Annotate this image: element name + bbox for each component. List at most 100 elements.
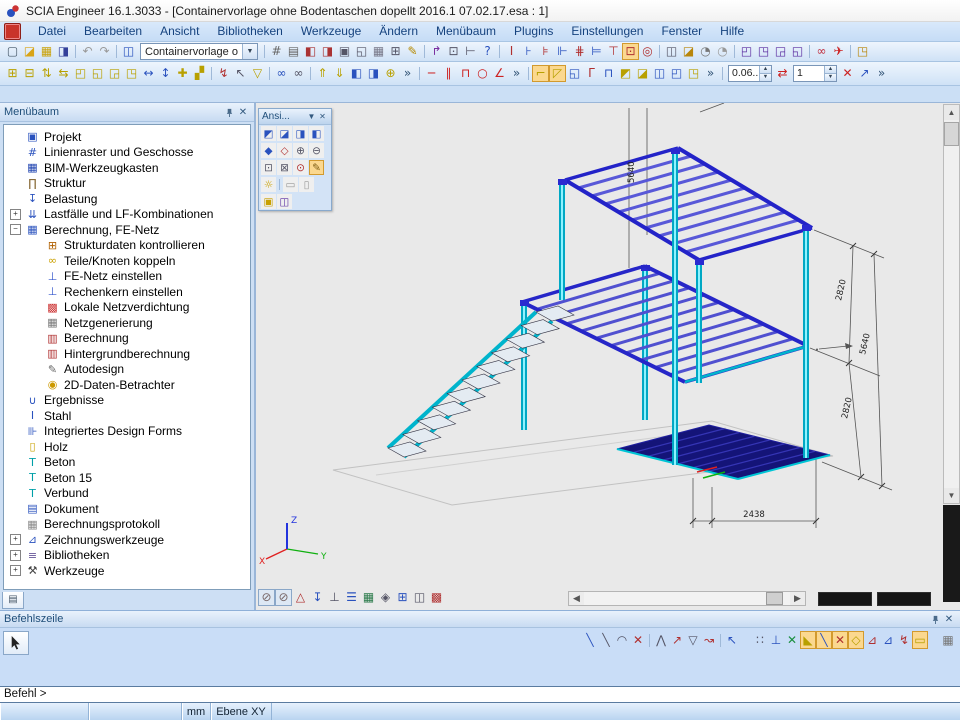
- units-setup-button[interactable]: #: [268, 43, 285, 60]
- array-button[interactable]: ◲: [106, 65, 123, 82]
- scale-button[interactable]: ◳: [123, 65, 140, 82]
- tree-item-dokument[interactable]: ▤Dokument: [4, 501, 250, 517]
- view-axo-3-button[interactable]: ◨: [293, 126, 308, 141]
- fly-mode-button[interactable]: ✈: [830, 43, 847, 60]
- toggle-corner-br-button[interactable]: ◳: [685, 65, 702, 82]
- member-slab-button[interactable]: ⋕: [571, 43, 588, 60]
- remove-from-selection-button[interactable]: ⇓: [331, 65, 348, 82]
- tree-item-projekt[interactable]: ▣Projekt: [4, 129, 250, 145]
- scroll-left-icon[interactable]: ◀: [569, 592, 584, 605]
- hscroll-thumb[interactable]: [766, 592, 783, 605]
- node-select-button[interactable]: ⊡: [622, 43, 639, 60]
- view-palette-header[interactable]: Ansi... ▼ ✕: [259, 109, 331, 125]
- overflow-c-button[interactable]: »: [702, 65, 719, 82]
- mesh-display-button[interactable]: ▩: [428, 589, 445, 606]
- snap-measure-button[interactable]: ▭: [912, 631, 928, 649]
- snap-endpoint-button[interactable]: ◣: [800, 631, 816, 649]
- zoom-selection-button[interactable]: ⊙: [293, 160, 308, 175]
- tree-item-lokale-netzverdichtung[interactable]: ▩Lokale Netzverdichtung: [4, 300, 250, 316]
- palette-close-icon[interactable]: ✕: [317, 111, 328, 122]
- member-hinge-button[interactable]: ⊤: [605, 43, 622, 60]
- toggle-corner-ul-button[interactable]: ◩: [617, 65, 634, 82]
- copy-button[interactable]: ⊞: [4, 65, 21, 82]
- user-blocks-button[interactable]: ◨: [319, 43, 336, 60]
- toggle-bracket-button[interactable]: ⊓: [600, 65, 617, 82]
- paste-properties-button[interactable]: ◨: [365, 65, 382, 82]
- snap-parallel-button[interactable]: ⊿: [880, 631, 896, 649]
- new-file-button[interactable]: ▢: [4, 43, 21, 60]
- enlarge-button[interactable]: ✚: [174, 65, 191, 82]
- vscroll-thumb[interactable]: [944, 122, 959, 146]
- multicopy-button[interactable]: ⊟: [21, 65, 38, 82]
- tree-item-fe-netz-einstellen[interactable]: ⊥FE-Netz einstellen: [4, 269, 250, 285]
- move-rotate-button[interactable]: ⇆: [55, 65, 72, 82]
- view-axo-4-button[interactable]: ◧: [309, 126, 324, 141]
- snap-line-button[interactable]: ╲: [582, 631, 598, 649]
- snap-perpendicular-button[interactable]: ⊿: [864, 631, 880, 649]
- visibility-group-a-button[interactable]: ◔: [697, 43, 714, 60]
- measure-button[interactable]: ⊢: [462, 43, 479, 60]
- review-glasses-button[interactable]: ∞: [813, 43, 830, 60]
- spin-down-icon[interactable]: ▼: [760, 73, 771, 81]
- tree-item-zeichnungswerkzeuge[interactable]: +⊿Zeichnungswerkzeuge: [4, 532, 250, 548]
- viewpoint-a-button[interactable]: ∞: [273, 65, 290, 82]
- redo-button[interactable]: ↷: [96, 43, 113, 60]
- toggle-corner-ur-button[interactable]: ◪: [634, 65, 651, 82]
- scroll-down-icon[interactable]: ▼: [944, 488, 959, 503]
- snap-curve-button[interactable]: ↝: [701, 631, 717, 649]
- scroll-right-icon[interactable]: ▶: [790, 592, 805, 605]
- menu-bibliotheken[interactable]: Bibliotheken: [208, 22, 291, 41]
- mirror-button[interactable]: ◱: [89, 65, 106, 82]
- trim-button[interactable]: ▞: [191, 65, 208, 82]
- hscroll-track[interactable]: [584, 592, 790, 605]
- view-perspective-button[interactable]: ◆: [261, 143, 276, 158]
- member-column-button[interactable]: ⊩: [554, 43, 571, 60]
- loads-display-button[interactable]: ↧: [309, 589, 326, 606]
- move-button[interactable]: ⇅: [38, 65, 55, 82]
- toggle-ortho-button[interactable]: ◱: [566, 65, 583, 82]
- member-support-button[interactable]: ⊨: [588, 43, 605, 60]
- snap-vertex-button[interactable]: ⋀: [653, 631, 669, 649]
- print-preview-button[interactable]: ◱: [353, 43, 370, 60]
- vscroll-track[interactable]: [944, 120, 959, 488]
- 3d-viewport[interactable]: X Y Z 2820 5640 2820 5640 2438 Ansi... ▼: [256, 103, 960, 610]
- toggle-snap-button[interactable]: ◸: [549, 65, 566, 82]
- snap-tangent-button[interactable]: ↗: [669, 631, 685, 649]
- snap-endpoints-button[interactable]: ⊥: [768, 631, 784, 649]
- numbering-display-button[interactable]: ⊞: [394, 589, 411, 606]
- tree-item-werkzeuge[interactable]: +⚒Werkzeuge: [4, 563, 250, 579]
- find-entity-button[interactable]: ⊡: [445, 43, 462, 60]
- collapse-minus-icon[interactable]: −: [10, 224, 21, 235]
- overflow-a-button[interactable]: »: [399, 65, 416, 82]
- color-settings-button[interactable]: ▣: [261, 194, 276, 209]
- tree-item-lastf-lle-und-lf-kombinationen[interactable]: +⇊Lastfälle und LF-Kombinationen: [4, 207, 250, 223]
- chevron-down-icon[interactable]: ▼: [242, 44, 257, 59]
- supports-display-button[interactable]: ⊥: [326, 589, 343, 606]
- tree-item-belastung[interactable]: ↧Belastung: [4, 191, 250, 207]
- swap-scale-button[interactable]: ⇄: [774, 65, 791, 82]
- view-camera-button[interactable]: ◇: [277, 143, 292, 158]
- context-help-button[interactable]: ?: [479, 43, 496, 60]
- ratio-spin[interactable]: 1▲▼: [793, 65, 837, 82]
- menu-fenster[interactable]: Fenster: [652, 22, 711, 41]
- section-display-b-button[interactable]: ⊘: [275, 589, 292, 606]
- menu-hilfe[interactable]: Hilfe: [711, 22, 753, 41]
- tree-item-berechnung[interactable]: ▥Berechnung: [4, 331, 250, 347]
- axo-symbol-button[interactable]: △: [292, 589, 309, 606]
- property-brush-button[interactable]: ⊕: [382, 65, 399, 82]
- command-pin-icon[interactable]: [928, 612, 942, 626]
- status-empty-1[interactable]: [0, 703, 89, 720]
- overflow-b-button[interactable]: »: [508, 65, 525, 82]
- menu-werkzeuge[interactable]: Werkzeuge: [292, 22, 370, 41]
- expand-plus-icon[interactable]: +: [10, 565, 21, 576]
- window-split-button[interactable]: ◫: [663, 43, 680, 60]
- tree-item-2d-daten-betrachter[interactable]: ◉2D-Daten-Betrachter: [4, 377, 250, 393]
- menu-ndern[interactable]: Ändern: [370, 22, 427, 41]
- tile-windows-button[interactable]: ◳: [755, 43, 772, 60]
- snap-calculator-button[interactable]: ▦: [940, 631, 956, 649]
- edit-view-button[interactable]: ✎: [309, 160, 324, 175]
- tree-item-berechnungsprotokoll[interactable]: ▦Berechnungsprotokoll: [4, 517, 250, 533]
- lasso-select-button[interactable]: ▽: [249, 65, 266, 82]
- tree-item-bim-werkzeugkasten[interactable]: ▦BIM-Werkzeugkasten: [4, 160, 250, 176]
- select-special-button[interactable]: ↖: [232, 65, 249, 82]
